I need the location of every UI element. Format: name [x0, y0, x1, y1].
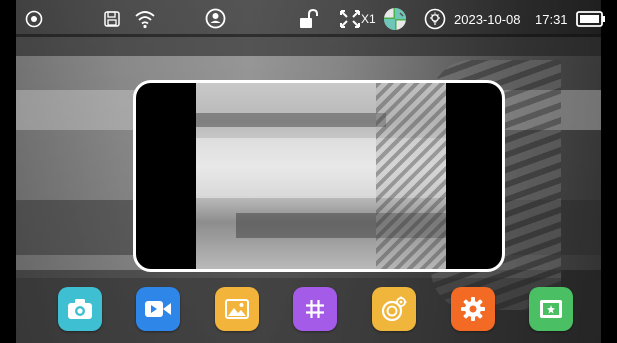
user-icon[interactable] — [205, 8, 226, 33]
time-text: 17:31 — [535, 12, 568, 27]
screen-icon — [540, 300, 562, 318]
preview-image — [196, 83, 446, 269]
feed-texture — [16, 34, 601, 56]
display-app-button[interactable] — [529, 287, 573, 331]
gallery-app-button[interactable] — [215, 287, 259, 331]
grid-icon — [306, 300, 324, 318]
unlock-icon[interactable] — [298, 8, 320, 34]
gallery-icon — [225, 299, 249, 319]
camera-icon — [68, 299, 92, 319]
date-text: 2023-10-08 — [454, 12, 521, 27]
battery-icon — [576, 11, 606, 31]
camera-screen: X1 2023-10-08 17:31 — [0, 0, 617, 343]
gear-icon — [461, 297, 485, 321]
zoom-icon[interactable] — [340, 10, 360, 32]
save-icon — [103, 10, 121, 32]
settings-app-button[interactable] — [451, 287, 495, 331]
camera-settings-app-button[interactable] — [372, 287, 416, 331]
zoom-level: X1 — [361, 12, 376, 26]
video-camera-icon — [145, 301, 171, 317]
wifi-icon — [134, 9, 156, 33]
camera-app-button[interactable] — [58, 287, 102, 331]
video-app-button[interactable] — [136, 287, 180, 331]
camera-preview-window[interactable] — [133, 80, 505, 272]
status-bar: X1 2023-10-08 17:31 — [0, 0, 617, 37]
preview-texture — [196, 113, 386, 127]
lens-gear-icon — [381, 296, 407, 322]
record-dot-icon[interactable] — [25, 10, 43, 32]
brightness-icon[interactable] — [424, 8, 446, 34]
compass-icon[interactable] — [382, 6, 408, 36]
grid-app-button[interactable] — [293, 287, 337, 331]
preview-texture — [376, 83, 446, 269]
